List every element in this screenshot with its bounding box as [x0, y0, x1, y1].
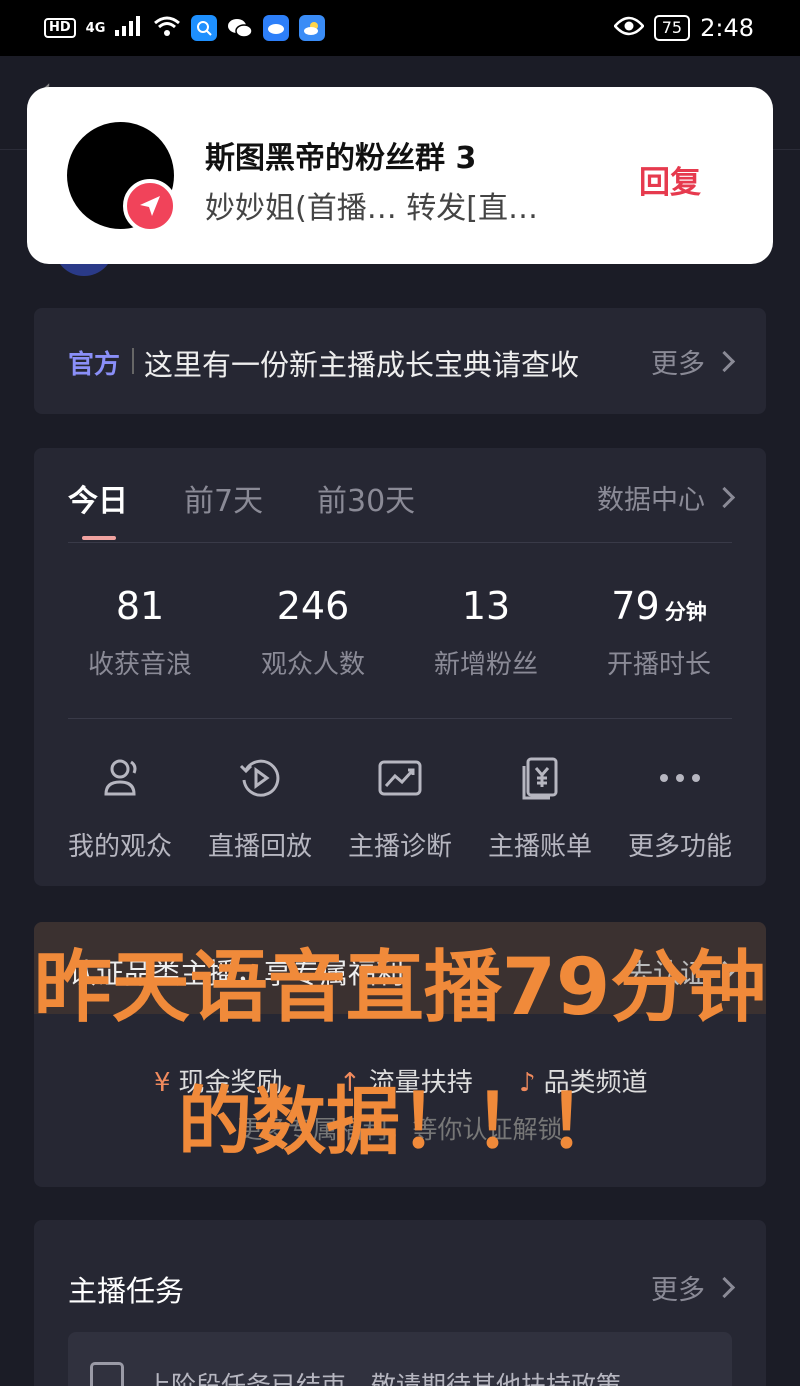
battery-indicator: 75 [653, 15, 691, 41]
search-app-icon [191, 15, 218, 41]
official-more-link[interactable]: 更多 [651, 342, 736, 381]
task-note-text: 上阶段任务已结束，敬请期待其他扶持政策 [146, 1371, 622, 1386]
tool-bill[interactable]: 主播账单 [470, 750, 610, 863]
more-dots-icon [610, 750, 750, 806]
task-list-icon [90, 1362, 124, 1386]
tab-indicator [82, 536, 116, 540]
audience-icon [50, 750, 190, 806]
eye-comfort-icon [613, 14, 645, 42]
tool-label: 主播诊断 [347, 832, 452, 862]
replay-icon [190, 750, 330, 806]
stat-label: 观众人数 [260, 650, 365, 680]
chevron-right-icon [713, 486, 736, 509]
signal-icon [115, 16, 143, 40]
stat-value: 13 [461, 584, 511, 628]
overlay-caption-line2: 的数据！！！ [178, 1079, 622, 1165]
tasks-title: 主播任务 [68, 1274, 185, 1308]
tool-my-audience[interactable]: 我的观众 [50, 750, 190, 863]
tool-label: 更多功能 [627, 832, 732, 862]
divider [132, 348, 134, 374]
stat-unit: 分钟 [664, 600, 707, 624]
task-note: 上阶段任务已结束，敬请期待其他扶持政策 [68, 1332, 732, 1386]
chevron-right-icon [713, 350, 736, 373]
clock: 2:48 [700, 14, 754, 42]
hd-indicator: HD [44, 18, 76, 38]
stat-label: 开播时长 [606, 650, 711, 680]
divider [68, 718, 732, 719]
tab-today[interactable]: 今日 [68, 476, 128, 520]
official-text: 这里有一份新主播成长宝典请查收 [144, 348, 580, 382]
data-center-label: 数据中心 [597, 485, 705, 516]
wifi-icon [153, 15, 181, 41]
chevron-right-icon [713, 1276, 736, 1299]
overlay-caption-line1: 昨天语音直播79分钟 [33, 943, 767, 1033]
bill-icon [470, 750, 610, 806]
anchor-tasks-card: 主播任务 更多 上阶段任务已结束，敬请期待其他扶持政策 [34, 1220, 766, 1386]
cloud-app-icon [263, 15, 290, 41]
notification-message: 妙妙姐(首播… 转发[直… [205, 191, 538, 226]
status-bar: HD 4G 75 2:48 [0, 0, 800, 56]
stat-value: 246 [276, 584, 350, 628]
tool-live-replay[interactable]: 直播回放 [190, 750, 330, 863]
more-label: 更多 [651, 349, 705, 380]
stat-new-fans[interactable]: 13 新增粉丝 [400, 584, 572, 681]
tool-label: 直播回放 [207, 832, 312, 862]
weather-app-icon [299, 15, 326, 41]
official-banner[interactable]: 官方 这里有一份新主播成长宝典请查收 更多 [34, 308, 766, 414]
reply-button[interactable]: 回复 [639, 157, 701, 202]
tool-label: 主播账单 [487, 832, 592, 862]
notification-title: 斯图黑帝的粉丝群 3 [205, 141, 477, 176]
stat-value: 79 [611, 584, 660, 628]
stat-viewers[interactable]: 246 观众人数 [227, 584, 399, 681]
network-indicator: 4G [85, 20, 106, 36]
official-tag: 官方 [68, 350, 121, 380]
tab-7-days[interactable]: 前7天 [184, 476, 263, 520]
stat-live-duration[interactable]: 79 分钟 开播时长 [573, 584, 745, 681]
stat-label: 收获音浪 [87, 650, 192, 680]
tool-diagnosis[interactable]: 主播诊断 [330, 750, 470, 863]
tasks-more-link[interactable]: 更多 [651, 1268, 736, 1307]
wechat-icon [227, 15, 254, 41]
message-notification[interactable]: 斯图黑帝的粉丝群 3 妙妙姐(首播… 转发[直… 回复 [27, 87, 773, 264]
diagnosis-icon [330, 750, 470, 806]
divider [68, 542, 732, 543]
more-label: 更多 [651, 1275, 705, 1306]
send-icon [123, 179, 177, 233]
tab-30-days[interactable]: 前30天 [317, 476, 415, 520]
stat-value: 81 [115, 584, 165, 628]
tool-label: 我的观众 [67, 832, 172, 862]
data-center-link[interactable]: 数据中心 [597, 478, 736, 517]
tool-more-functions[interactable]: 更多功能 [610, 750, 750, 863]
stats-card: 今日 前7天 前30天 数据中心 81 收获音浪 246 观众人数 13 新增粉… [34, 448, 766, 886]
stat-sound-waves[interactable]: 81 收获音浪 [54, 584, 226, 681]
stat-label: 新增粉丝 [433, 650, 538, 680]
